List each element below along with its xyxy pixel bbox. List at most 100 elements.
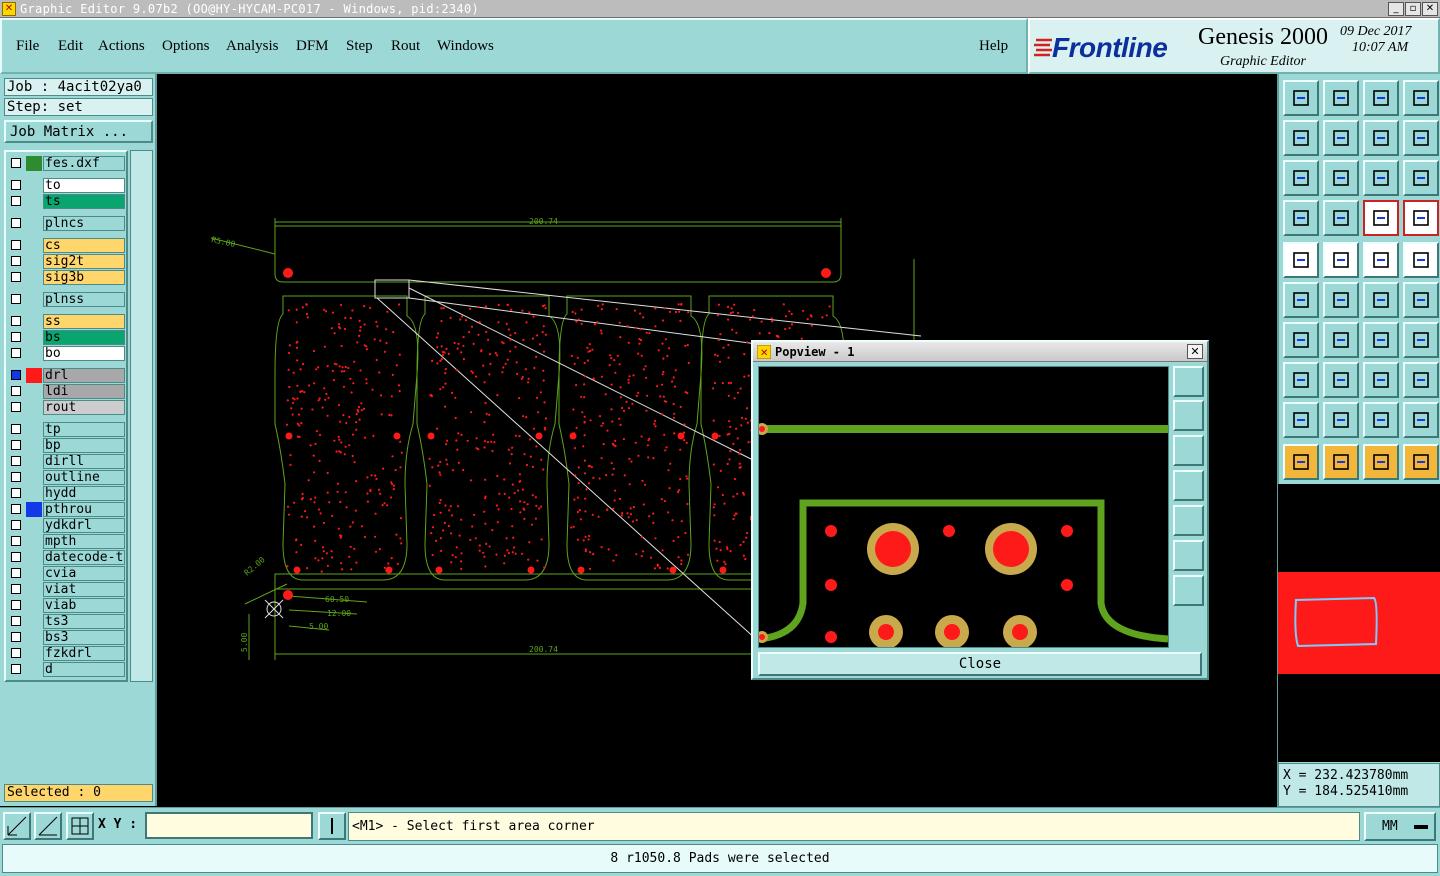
layer-row[interactable]: bs3 bbox=[8, 630, 126, 645]
layer-name[interactable]: outline bbox=[43, 470, 125, 485]
layer-checkbox[interactable] bbox=[11, 402, 21, 412]
layer-row[interactable]: ss bbox=[8, 314, 126, 329]
layer-name[interactable]: pthrou bbox=[43, 502, 125, 517]
arc-icon[interactable] bbox=[1363, 322, 1399, 358]
layer-row[interactable]: ts bbox=[8, 194, 126, 209]
pointer-box-icon[interactable] bbox=[1323, 444, 1359, 480]
layer-name[interactable]: ts bbox=[43, 194, 125, 209]
layer-row[interactable]: sig3b bbox=[8, 270, 126, 285]
zoom-fit-icon[interactable] bbox=[1283, 160, 1319, 196]
triangle-a-icon[interactable] bbox=[1363, 402, 1399, 438]
menu-rout[interactable]: Rout bbox=[391, 38, 420, 55]
layer-name[interactable]: rout bbox=[43, 400, 125, 415]
layer-row[interactable]: ydkdrl bbox=[8, 518, 126, 533]
overview-map[interactable] bbox=[1278, 484, 1440, 762]
ruler-icon[interactable] bbox=[1363, 242, 1399, 278]
net-icon[interactable] bbox=[1363, 200, 1399, 236]
layer-checkbox[interactable] bbox=[11, 180, 21, 190]
layer-checkbox[interactable] bbox=[11, 256, 21, 266]
connect-icon[interactable] bbox=[1283, 282, 1319, 318]
layer-row[interactable]: mpth bbox=[8, 534, 126, 549]
layer-row[interactable]: bo bbox=[8, 346, 126, 361]
layer-name[interactable]: viab bbox=[43, 598, 125, 613]
layer-checkbox[interactable] bbox=[11, 504, 21, 514]
menu-analysis[interactable]: Analysis bbox=[226, 38, 279, 55]
angle-icon[interactable] bbox=[1283, 322, 1319, 358]
net-select-icon[interactable] bbox=[1403, 200, 1439, 236]
pad-select-icon[interactable] bbox=[1283, 362, 1319, 398]
layer-row[interactable]: hydd bbox=[8, 486, 126, 501]
layer-checkbox[interactable] bbox=[11, 456, 21, 466]
units-select[interactable]: MM bbox=[1364, 812, 1436, 841]
layer-row[interactable]: ldi bbox=[8, 384, 126, 399]
layer-row[interactable]: viat bbox=[8, 582, 126, 597]
menu-step[interactable]: Step bbox=[346, 38, 373, 55]
close-window-button[interactable]: ✕ bbox=[1422, 2, 1438, 16]
layer-row[interactable]: cvia bbox=[8, 566, 126, 581]
layer-name[interactable]: cvia bbox=[43, 566, 125, 581]
layer-name[interactable]: ts3 bbox=[43, 614, 125, 629]
menu-options[interactable]: Options bbox=[162, 38, 210, 55]
angle-snap-icon[interactable] bbox=[34, 812, 62, 840]
xy-input[interactable] bbox=[145, 812, 313, 839]
cross-icon[interactable] bbox=[1323, 282, 1359, 318]
popview-fit-button[interactable] bbox=[1173, 540, 1204, 571]
layer-name[interactable]: mpth bbox=[43, 534, 125, 549]
layer-checkbox[interactable] bbox=[11, 386, 21, 396]
help-icon[interactable] bbox=[1403, 160, 1439, 196]
zoom-center-icon[interactable] bbox=[1323, 160, 1359, 196]
menu-help[interactable]: Help bbox=[979, 38, 1008, 55]
window-icon[interactable] bbox=[1403, 80, 1439, 116]
menu-windows[interactable]: Windows bbox=[437, 38, 494, 55]
snap-mode-icon[interactable] bbox=[3, 812, 31, 840]
save-icon[interactable] bbox=[1323, 80, 1359, 116]
snap-icon[interactable] bbox=[1283, 242, 1319, 278]
popview-close-button[interactable]: Close bbox=[758, 652, 1202, 676]
layer-name[interactable]: to bbox=[43, 178, 125, 193]
menu-edit[interactable]: Edit bbox=[58, 38, 83, 55]
minus-icon[interactable] bbox=[1323, 362, 1359, 398]
info-icon[interactable] bbox=[318, 812, 346, 840]
layer-color-swatch[interactable] bbox=[26, 502, 42, 517]
layer-row[interactable]: bs bbox=[8, 330, 126, 345]
layer-checkbox[interactable] bbox=[11, 240, 21, 250]
dot-icon[interactable] bbox=[1403, 242, 1439, 278]
layer-checkbox[interactable] bbox=[11, 440, 21, 450]
layer-name[interactable]: bs3 bbox=[43, 630, 125, 645]
popview-pan-up-button[interactable] bbox=[1173, 400, 1204, 431]
scale-1-2-icon[interactable] bbox=[1363, 160, 1399, 196]
layer-name[interactable]: viat bbox=[43, 582, 125, 597]
layer-checkbox[interactable] bbox=[11, 472, 21, 482]
menu-file[interactable]: File bbox=[16, 38, 39, 55]
layer-row[interactable]: rout bbox=[8, 400, 126, 415]
layer-checkbox[interactable] bbox=[11, 316, 21, 326]
layer-name[interactable]: bo bbox=[43, 346, 125, 361]
popview-zoom-in-button[interactable] bbox=[1173, 366, 1204, 397]
layer-checkbox[interactable] bbox=[11, 272, 21, 282]
layer-checkbox[interactable] bbox=[11, 568, 21, 578]
layer-row[interactable]: plncs bbox=[8, 216, 126, 231]
layer-name[interactable]: bp bbox=[43, 438, 125, 453]
layer-name[interactable]: d bbox=[43, 662, 125, 677]
triangle-b-icon[interactable] bbox=[1403, 402, 1439, 438]
layer-row[interactable]: fzkdrl bbox=[8, 646, 126, 661]
layer-name[interactable]: datecode-to bbox=[43, 550, 125, 565]
menu-actions[interactable]: Actions bbox=[98, 38, 145, 55]
pointer-icon[interactable] bbox=[1283, 444, 1319, 480]
undo-icon[interactable] bbox=[1363, 120, 1399, 156]
layer-name[interactable]: dirll bbox=[43, 454, 125, 469]
layer-name[interactable]: plnss bbox=[43, 292, 125, 307]
layer-color-swatch[interactable] bbox=[26, 156, 42, 171]
triangle-icon[interactable] bbox=[1283, 402, 1319, 438]
layer-name[interactable]: hydd bbox=[43, 486, 125, 501]
layer-row[interactable]: d bbox=[8, 662, 126, 677]
layer-checkbox[interactable] bbox=[11, 348, 21, 358]
layer-row[interactable]: plnss bbox=[8, 292, 126, 307]
resize-icon[interactable] bbox=[1363, 362, 1399, 398]
layer-name[interactable]: ss bbox=[43, 314, 125, 329]
popview-close-icon[interactable]: ✕ bbox=[1187, 344, 1203, 359]
layer-row[interactable]: cs bbox=[8, 238, 126, 253]
layer-row[interactable]: outline bbox=[8, 470, 126, 485]
layer-name[interactable]: ydkdrl bbox=[43, 518, 125, 533]
layer-name[interactable]: fzkdrl bbox=[43, 646, 125, 661]
